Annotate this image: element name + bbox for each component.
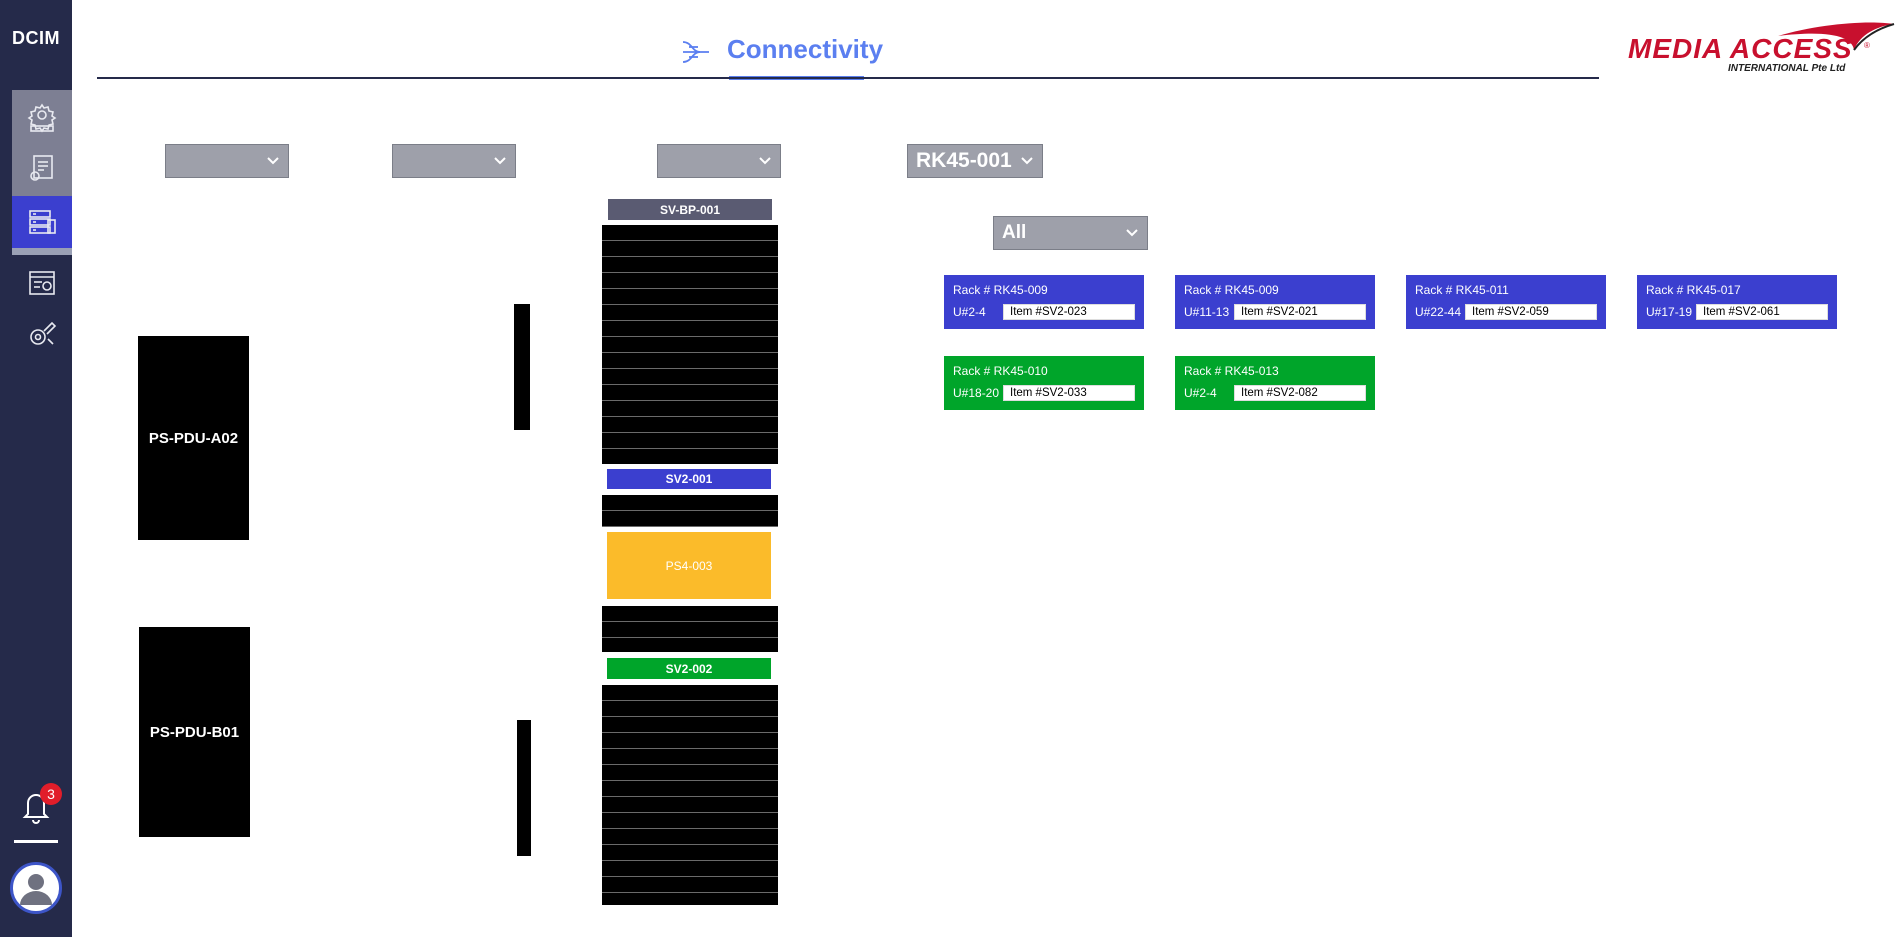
avatar-icon xyxy=(20,874,52,905)
card-rack-label: Rack # RK45-017 xyxy=(1646,283,1741,297)
card-item-field: Item #SV2-021 xyxy=(1234,304,1366,320)
brand-name: MEDIA ACCESS xyxy=(1628,33,1853,64)
card-item-field: Item #SV2-059 xyxy=(1465,304,1597,320)
card-u-range: U#2-4 xyxy=(953,305,986,319)
tools-icon xyxy=(30,321,57,345)
chevron-down-icon xyxy=(494,157,506,165)
user-avatar-button[interactable] xyxy=(10,862,62,914)
card-rack-label: Rack # RK45-013 xyxy=(1184,364,1279,378)
connection-card[interactable]: Rack # RK45-013 U#2-4 Item #SV2-082 xyxy=(1175,356,1375,410)
connection-card[interactable]: Rack # RK45-010 U#18-20 Item #SV2-033 xyxy=(944,356,1144,410)
notification-count-badge: 3 xyxy=(40,783,62,805)
rack-top-label[interactable]: SV-BP-001 xyxy=(608,199,772,220)
page-title: Connectivity xyxy=(727,34,884,64)
sidebar-item-servers[interactable] xyxy=(12,196,72,248)
rack-select-value: RK45-001 xyxy=(916,149,1012,172)
card-rack-label: Rack # RK45-009 xyxy=(953,283,1048,297)
card-item-field: Item #SV2-061 xyxy=(1696,304,1828,320)
power-strip-a[interactable] xyxy=(514,304,530,430)
network-dashboard-icon xyxy=(29,271,55,295)
card-item-field: Item #SV2-023 xyxy=(1003,304,1135,320)
connection-card[interactable]: Rack # RK45-017 U#17-19 Item #SV2-061 xyxy=(1637,275,1837,329)
nav-active-bar xyxy=(12,248,72,255)
card-u-range: U#18-20 xyxy=(953,386,1000,400)
card-rack-label: Rack # RK45-009 xyxy=(1184,283,1279,297)
brand-reg-mark: ® xyxy=(1864,41,1870,50)
gear-settings-icon xyxy=(27,103,57,133)
sidebar-item-network[interactable] xyxy=(12,257,72,309)
chevron-down-icon xyxy=(267,157,279,165)
filter-dropdown-1[interactable] xyxy=(165,144,289,178)
header-divider xyxy=(97,77,1599,79)
type-select-value: All xyxy=(1002,222,1027,243)
app-logo[interactable]: DCIM xyxy=(0,0,72,76)
card-item-field: Item #SV2-033 xyxy=(1003,385,1135,401)
connection-card[interactable]: Rack # RK45-009 U#11-13 Item #SV2-021 xyxy=(1175,275,1375,329)
rack-empty-units xyxy=(602,606,778,652)
brand-logo: MEDIA ACCESS ® INTERNATIONAL Pte Ltd xyxy=(1628,18,1896,74)
rack-empty-units xyxy=(602,225,778,464)
brand-subtitle: INTERNATIONAL Pte Ltd xyxy=(1728,63,1846,74)
connection-card[interactable]: Rack # RK45-011 U#22-44 Item #SV2-059 xyxy=(1406,275,1606,329)
rack-empty-units xyxy=(602,685,778,905)
card-u-range: U#17-19 xyxy=(1646,305,1693,319)
connectivity-icon xyxy=(680,36,712,68)
filter-dropdown-3[interactable] xyxy=(657,144,781,178)
server-stack-icon xyxy=(29,210,56,234)
chevron-down-icon xyxy=(1021,157,1033,165)
power-strip-b[interactable] xyxy=(517,720,531,856)
rack-column: SV-BP-001 SV2-001 PS4-003 SV2-002 xyxy=(602,199,778,906)
sidebar-item-tools[interactable] xyxy=(12,307,72,359)
sidebar-item-documents[interactable] xyxy=(12,142,72,194)
pdu-a02-label: PS-PDU-A02 xyxy=(148,429,239,447)
card-rack-label: Rack # RK45-010 xyxy=(953,364,1048,378)
rack-select-dropdown[interactable]: RK45-001 xyxy=(907,144,1043,178)
pdu-b01[interactable]: PS-PDU-B01 xyxy=(139,627,250,837)
rack-slot-ps4-003[interactable]: PS4-003 xyxy=(607,532,771,599)
rack-slot-sv2-001[interactable]: SV2-001 xyxy=(607,469,771,489)
card-u-range: U#2-4 xyxy=(1184,386,1217,400)
rack-empty-units xyxy=(602,495,778,527)
card-rack-label: Rack # RK45-011 xyxy=(1415,283,1509,297)
type-select-dropdown[interactable]: All xyxy=(993,216,1148,250)
pdu-a02[interactable]: PS-PDU-A02 xyxy=(138,336,249,540)
rack-slot-sv2-002[interactable]: SV2-002 xyxy=(607,658,771,679)
filter-dropdown-2[interactable] xyxy=(392,144,516,178)
connection-card[interactable]: Rack # RK45-009 U#2-4 Item #SV2-023 xyxy=(944,275,1144,329)
card-item-field: Item #SV2-082 xyxy=(1234,385,1366,401)
notification-underline xyxy=(14,840,58,843)
card-u-range: U#11-13 xyxy=(1184,305,1230,319)
card-u-range: U#22-44 xyxy=(1415,305,1462,319)
pdu-b01-label: PS-PDU-B01 xyxy=(149,723,240,741)
chevron-down-icon xyxy=(1126,229,1138,237)
sidebar-item-settings[interactable] xyxy=(12,92,72,144)
chevron-down-icon xyxy=(759,157,771,165)
document-settings-icon xyxy=(30,155,53,181)
